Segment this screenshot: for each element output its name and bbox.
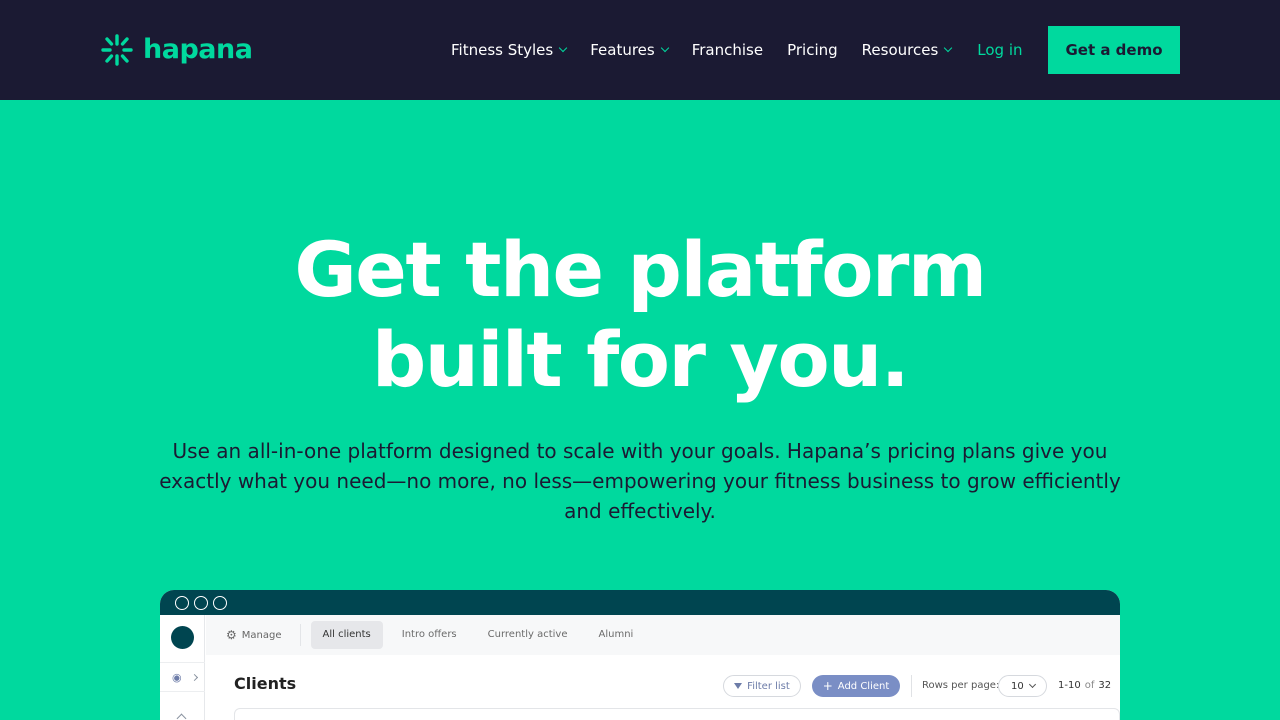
- range-total: 32: [1098, 680, 1112, 691]
- mockup-sidebar: ◉: [160, 615, 205, 720]
- range-of: of: [1084, 680, 1095, 691]
- mockup-tab-bar: ⚙ Manage All clients Intro offers Curren…: [206, 615, 1120, 655]
- nav-fitness-styles[interactable]: Fitness Styles: [451, 41, 568, 59]
- rows-per-page-value: 10: [1011, 680, 1024, 692]
- hero-title-line-2: built for you.: [371, 315, 910, 404]
- login-link[interactable]: Log in: [977, 41, 1022, 59]
- nav-label: Pricing: [787, 41, 838, 59]
- tab-all-clients: All clients: [310, 621, 383, 649]
- manage-label: Manage: [241, 629, 282, 641]
- chevron-down-icon: [1028, 680, 1037, 689]
- add-client-label: Add Client: [837, 680, 890, 692]
- window-dot-icon: [194, 595, 208, 610]
- chevron-down-icon: [944, 43, 953, 53]
- filter-list-button: Filter list: [723, 675, 801, 697]
- nav-features[interactable]: Features: [590, 41, 669, 59]
- window-dot-icon: [175, 595, 189, 610]
- logo-wordmark: hapana: [143, 34, 253, 65]
- filter-label: Filter list: [747, 680, 790, 692]
- nav-franchise[interactable]: Franchise: [692, 41, 763, 59]
- get-demo-button[interactable]: Get a demo: [1048, 26, 1180, 74]
- hapana-logo[interactable]: hapana: [100, 30, 253, 70]
- chevron-down-icon: [558, 43, 568, 53]
- nav-label: Features: [590, 41, 655, 59]
- manage-menu: ⚙ Manage: [226, 624, 301, 646]
- logo-spark-icon: [101, 34, 133, 66]
- hero-title-line-1: Get the platform: [294, 225, 987, 314]
- range-value: 1-10: [1058, 680, 1081, 691]
- nav-label: Franchise: [691, 41, 764, 59]
- avatar: [171, 626, 194, 649]
- hero-title: Get the platform built for you.: [240, 225, 1040, 405]
- nav-label: Resources: [861, 41, 939, 59]
- app-mockup-window: ◉ ⚙ Manage All clients Intro offers Curr…: [160, 590, 1120, 720]
- nav-resources[interactable]: Resources: [861, 41, 953, 59]
- divider: [911, 675, 912, 697]
- gear-icon: ⚙: [226, 628, 237, 642]
- nav-label: Fitness Styles: [451, 41, 554, 59]
- chevron-down-icon: [660, 43, 669, 53]
- chevron-right-icon: [190, 673, 199, 682]
- clients-heading: Clients: [234, 674, 297, 693]
- main-menu: Fitness Styles Features Franchise Pricin…: [451, 38, 1023, 62]
- tab-currently-active: Currently active: [487, 629, 568, 640]
- window-dot-icon: [213, 595, 227, 610]
- tab-intro-offers: Intro offers: [401, 629, 457, 640]
- rows-per-page-select: 10: [998, 675, 1047, 697]
- clients-table: [234, 708, 1120, 720]
- rows-per-page-label: Rows per page:: [922, 680, 1000, 691]
- pagination-range: 1-10 of 32: [1058, 680, 1111, 691]
- plus-icon: +: [822, 679, 833, 693]
- location-pin-icon: ◉: [172, 671, 182, 684]
- hero-subtitle: Use an all-in-one platform designed to s…: [159, 439, 1121, 523]
- filter-icon: [734, 683, 743, 689]
- nav-pricing[interactable]: Pricing: [787, 41, 838, 59]
- add-client-button: + Add Client: [812, 675, 900, 697]
- window-title-bar: [160, 590, 1120, 615]
- location-selector: ◉: [160, 662, 205, 692]
- tab-alumni: Alumni: [598, 629, 634, 640]
- top-navigation: hapana Fitness Styles Features Franchise…: [0, 0, 1280, 100]
- chevron-up-icon: [176, 713, 187, 720]
